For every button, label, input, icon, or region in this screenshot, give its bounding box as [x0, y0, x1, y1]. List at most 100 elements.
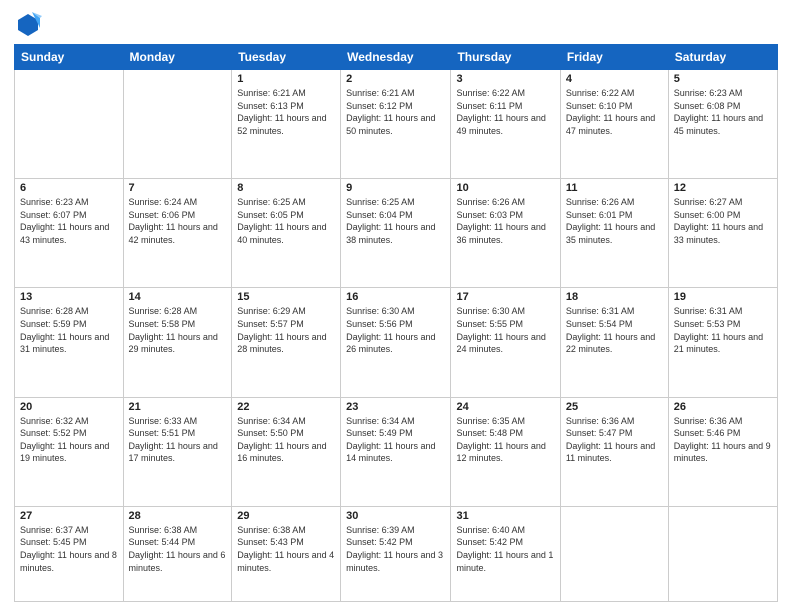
day-info: Sunrise: 6:25 AMSunset: 6:05 PMDaylight:… — [237, 196, 335, 246]
calendar-cell: 30Sunrise: 6:39 AMSunset: 5:42 PMDayligh… — [341, 506, 451, 601]
weekday-header-row: SundayMondayTuesdayWednesdayThursdayFrid… — [15, 45, 778, 70]
day-info: Sunrise: 6:37 AMSunset: 5:45 PMDaylight:… — [20, 524, 118, 574]
day-info: Sunrise: 6:26 AMSunset: 6:03 PMDaylight:… — [456, 196, 554, 246]
week-row-1: 6Sunrise: 6:23 AMSunset: 6:07 PMDaylight… — [15, 179, 778, 288]
week-row-0: 1 Sunrise: 6:21 AMSunset: 6:13 PMDaylight… — [15, 70, 778, 179]
calendar-cell — [123, 70, 232, 179]
day-info: Sunrise: 6:23 AMSunset: 6:08 PMDaylight:… — [674, 87, 772, 137]
day-info: Sunrise: 6:32 AMSunset: 5:52 PMDaylight:… — [20, 415, 118, 465]
day-number: 28 — [129, 510, 227, 522]
day-info: Sunrise: 6:22 AMSunset: 6:10 PMDaylight:… — [566, 87, 663, 137]
day-info: Sunrise: 6:28 AMSunset: 5:58 PMDaylight:… — [129, 305, 227, 355]
day-info: Sunrise: 6:30 AMSunset: 5:55 PMDaylight:… — [456, 305, 554, 355]
day-number: 3 — [456, 73, 554, 85]
calendar-cell: 23 Sunrise: 6:34 AMSunset: 5:49 PMDayligh… — [341, 397, 451, 506]
day-number: 4 — [566, 73, 663, 85]
day-number: 7 — [129, 182, 227, 194]
calendar-cell: 31 Sunrise: 6:40 AMSunset: 5:42 PMDayligh… — [451, 506, 560, 601]
weekday-header-saturday: Saturday — [668, 45, 777, 70]
day-info: Sunrise: 6:21 AMSunset: 6:12 PMDaylight:… — [346, 87, 445, 137]
calendar-cell: 5Sunrise: 6:23 AMSunset: 6:08 PMDaylight… — [668, 70, 777, 179]
day-info: Sunrise: 6:40 AMSunset: 5:42 PMDaylight:… — [456, 524, 554, 574]
calendar-cell: 21Sunrise: 6:33 AMSunset: 5:51 PMDayligh… — [123, 397, 232, 506]
calendar-cell: 3Sunrise: 6:22 AMSunset: 6:11 PMDaylight… — [451, 70, 560, 179]
day-number: 31 — [456, 510, 554, 522]
calendar-cell: 2 Sunrise: 6:21 AMSunset: 6:12 PMDaylight… — [341, 70, 451, 179]
weekday-header-tuesday: Tuesday — [232, 45, 341, 70]
day-number: 12 — [674, 182, 772, 194]
day-number: 19 — [674, 291, 772, 303]
day-info: Sunrise: 6:28 AMSunset: 5:59 PMDaylight:… — [20, 305, 118, 355]
day-number: 6 — [20, 182, 118, 194]
day-number: 17 — [456, 291, 554, 303]
weekday-header-wednesday: Wednesday — [341, 45, 451, 70]
calendar-cell: 11 Sunrise: 6:26 AMSunset: 6:01 PMDayligh… — [560, 179, 668, 288]
week-row-3: 20Sunrise: 6:32 AMSunset: 5:52 PMDayligh… — [15, 397, 778, 506]
calendar-cell: 28 Sunrise: 6:38 AMSunset: 5:44 PMDayligh… — [123, 506, 232, 601]
day-info: Sunrise: 6:38 AMSunset: 5:44 PMDaylight:… — [129, 524, 227, 574]
logo — [14, 10, 46, 38]
calendar-cell: 7 Sunrise: 6:24 AMSunset: 6:06 PMDaylight… — [123, 179, 232, 288]
week-row-2: 13 Sunrise: 6:28 AMSunset: 5:59 PMDayligh… — [15, 288, 778, 397]
day-number: 29 — [237, 510, 335, 522]
day-info: Sunrise: 6:31 AMSunset: 5:53 PMDaylight:… — [674, 305, 772, 355]
day-number: 1 — [237, 73, 335, 85]
week-row-4: 27 Sunrise: 6:37 AMSunset: 5:45 PMDayligh… — [15, 506, 778, 601]
calendar-cell — [15, 70, 124, 179]
day-number: 8 — [237, 182, 335, 194]
day-number: 25 — [566, 401, 663, 413]
day-info: Sunrise: 6:27 AMSunset: 6:00 PMDaylight:… — [674, 196, 772, 246]
calendar-cell: 13 Sunrise: 6:28 AMSunset: 5:59 PMDayligh… — [15, 288, 124, 397]
calendar-cell: 12 Sunrise: 6:27 AMSunset: 6:00 PMDayligh… — [668, 179, 777, 288]
calendar-cell: 27 Sunrise: 6:37 AMSunset: 5:45 PMDayligh… — [15, 506, 124, 601]
weekday-header-thursday: Thursday — [451, 45, 560, 70]
calendar-cell: 6Sunrise: 6:23 AMSunset: 6:07 PMDaylight… — [15, 179, 124, 288]
day-number: 10 — [456, 182, 554, 194]
calendar-cell: 16 Sunrise: 6:30 AMSunset: 5:56 PMDayligh… — [341, 288, 451, 397]
day-number: 24 — [456, 401, 554, 413]
day-number: 23 — [346, 401, 445, 413]
day-info: Sunrise: 6:31 AMSunset: 5:54 PMDaylight:… — [566, 305, 663, 355]
weekday-header-monday: Monday — [123, 45, 232, 70]
day-number: 22 — [237, 401, 335, 413]
day-info: Sunrise: 6:26 AMSunset: 6:01 PMDaylight:… — [566, 196, 663, 246]
calendar-cell: 9 Sunrise: 6:25 AMSunset: 6:04 PMDaylight… — [341, 179, 451, 288]
day-number: 13 — [20, 291, 118, 303]
day-info: Sunrise: 6:38 AMSunset: 5:43 PMDaylight:… — [237, 524, 335, 574]
day-info: Sunrise: 6:21 AMSunset: 6:13 PMDaylight:… — [237, 87, 335, 137]
day-number: 11 — [566, 182, 663, 194]
day-number: 16 — [346, 291, 445, 303]
day-info: Sunrise: 6:30 AMSunset: 5:56 PMDaylight:… — [346, 305, 445, 355]
calendar-cell: 29 Sunrise: 6:38 AMSunset: 5:43 PMDayligh… — [232, 506, 341, 601]
calendar-cell: 15 Sunrise: 6:29 AMSunset: 5:57 PMDayligh… — [232, 288, 341, 397]
day-number: 26 — [674, 401, 772, 413]
calendar-cell: 17 Sunrise: 6:30 AMSunset: 5:55 PMDayligh… — [451, 288, 560, 397]
calendar-cell: 25Sunrise: 6:36 AMSunset: 5:47 PMDayligh… — [560, 397, 668, 506]
day-info: Sunrise: 6:34 AMSunset: 5:50 PMDaylight:… — [237, 415, 335, 465]
day-number: 27 — [20, 510, 118, 522]
day-info: Sunrise: 6:29 AMSunset: 5:57 PMDaylight:… — [237, 305, 335, 355]
logo-icon — [14, 10, 42, 38]
day-number: 14 — [129, 291, 227, 303]
day-info: Sunrise: 6:24 AMSunset: 6:06 PMDaylight:… — [129, 196, 227, 246]
day-info: Sunrise: 6:35 AMSunset: 5:48 PMDaylight:… — [456, 415, 554, 465]
day-number: 18 — [566, 291, 663, 303]
calendar-cell: 14 Sunrise: 6:28 AMSunset: 5:58 PMDayligh… — [123, 288, 232, 397]
calendar-cell: 24 Sunrise: 6:35 AMSunset: 5:48 PMDayligh… — [451, 397, 560, 506]
calendar-cell: 22 Sunrise: 6:34 AMSunset: 5:50 PMDayligh… — [232, 397, 341, 506]
day-number: 9 — [346, 182, 445, 194]
calendar-cell: 20Sunrise: 6:32 AMSunset: 5:52 PMDayligh… — [15, 397, 124, 506]
day-info: Sunrise: 6:34 AMSunset: 5:49 PMDaylight:… — [346, 415, 445, 465]
day-number: 2 — [346, 73, 445, 85]
day-info: Sunrise: 6:36 AMSunset: 5:46 PMDaylight:… — [674, 415, 772, 465]
calendar-cell: 8 Sunrise: 6:25 AMSunset: 6:05 PMDaylight… — [232, 179, 341, 288]
weekday-header-friday: Friday — [560, 45, 668, 70]
day-number: 21 — [129, 401, 227, 413]
page: SundayMondayTuesdayWednesdayThursdayFrid… — [0, 0, 792, 612]
calendar-cell — [668, 506, 777, 601]
calendar-cell: 10 Sunrise: 6:26 AMSunset: 6:03 PMDayligh… — [451, 179, 560, 288]
calendar-table: SundayMondayTuesdayWednesdayThursdayFrid… — [14, 44, 778, 602]
day-info: Sunrise: 6:25 AMSunset: 6:04 PMDaylight:… — [346, 196, 445, 246]
calendar-cell: 1 Sunrise: 6:21 AMSunset: 6:13 PMDaylight… — [232, 70, 341, 179]
day-number: 15 — [237, 291, 335, 303]
